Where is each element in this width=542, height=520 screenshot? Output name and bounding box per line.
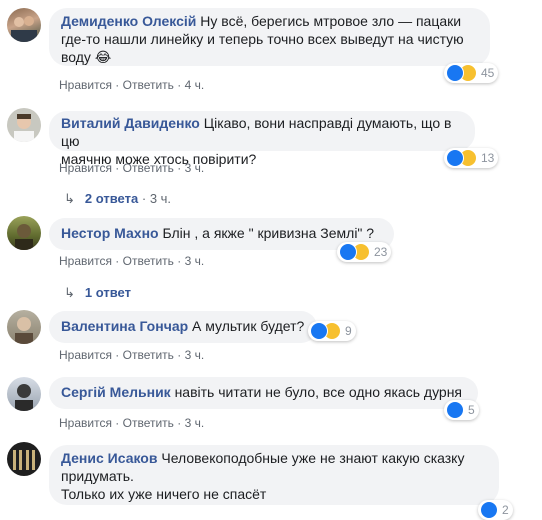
like-button[interactable]: Нравится [59,161,112,175]
like-button[interactable]: Нравится [59,254,112,268]
reaction-count: 9 [345,324,352,338]
like-icon [446,149,464,167]
comment-line: Валентина Гончар А мультик будет? [61,317,305,335]
comment-bubble: Денис Исаков Человекоподобные уже не зна… [49,445,499,505]
reaction-summary[interactable]: 13 [444,148,499,168]
comment-bubble: Виталий Давиденко Цікаво, вони насправді… [49,111,475,167]
view-replies-link[interactable]: ↳ 2 ответа · 3 ч. [64,191,171,207]
comment-line: Сергій Мельник навіть читати не було, вс… [61,383,466,401]
like-button[interactable]: Нравится [59,416,112,430]
separator: · [115,78,120,92]
reaction-summary[interactable]: 5 [444,400,479,420]
comment-bubble: Валентина Гончар А мультик будет? [49,311,317,343]
reaction-summary[interactable]: 23 [337,242,392,262]
comment-text: Ну всё, берегись мтровое зло — пацаки [200,13,462,29]
separator: · [141,191,147,206]
separator: · [115,416,120,430]
avatar[interactable] [7,310,41,344]
comment-text: навіть читати не було, все одно якась ду… [174,384,463,400]
comment-text: где-то нашли линейку и теперь точно всех… [61,31,464,47]
comment-actions: Нравится · Ответить · 3 ч. [59,348,204,362]
replies-count[interactable]: 2 ответа [85,191,138,206]
reaction-count: 5 [468,403,475,417]
like-button[interactable]: Нравится [59,348,112,362]
comment-text: придумать. [61,468,134,484]
author-name[interactable]: Демиденко Олексій [61,13,196,29]
like-icon [446,401,464,419]
reply-button[interactable]: Ответить [123,348,174,362]
separator: · [115,348,120,362]
separator: · [177,254,182,268]
avatar[interactable] [7,377,41,411]
separator: · [115,161,120,175]
timestamp[interactable]: 3 ч. [185,348,205,362]
comment-text: Только их уже ничего не спасёт [61,486,267,502]
separator: · [177,78,182,92]
author-name[interactable]: Валентина Гончар [61,318,188,334]
timestamp[interactable]: 3 ч. [185,254,205,268]
reply-arrow-icon: ↳ [64,191,75,206]
avatar[interactable] [7,216,41,250]
like-icon [446,64,464,82]
separator: · [177,161,182,175]
comment-line: Денис Исаков Человекоподобные уже не зна… [61,449,487,467]
separator: · [177,416,182,430]
comment-line: Виталий Давиденко Цікаво, вони насправді… [61,114,463,150]
comment-text: воду 😂 [61,49,112,65]
like-button[interactable]: Нравится [59,78,112,92]
avatar[interactable] [7,442,41,476]
like-icon [310,322,328,340]
author-name[interactable]: Нестор Махно [61,225,159,241]
comment-text: Блін , а якже " кривизна Землі" ? [162,225,375,241]
reply-button[interactable]: Ответить [123,78,174,92]
author-name[interactable]: Виталий Давиденко [61,115,200,131]
comment-line: Нестор Махно Блін , а якже " кривизна Зе… [61,224,382,242]
reaction-count: 13 [481,151,495,165]
reaction-count: 23 [374,245,388,259]
reaction-summary[interactable]: 2 [478,500,513,520]
comment-line: Демиденко Олексій Ну всё, берегись мтров… [61,12,478,30]
reply-button[interactable]: Ответить [123,161,174,175]
comment-bubble: Сергій Мельник навіть читати не було, вс… [49,377,478,409]
comment-actions: Нравится · Ответить · 4 ч. [59,78,204,92]
view-replies-link[interactable]: ↳ 1 ответ [64,285,131,301]
comment-text: Человекоподобные уже не знают какую сказ… [161,450,465,466]
comment-bubble: Демиденко Олексій Ну всё, берегись мтров… [49,8,490,66]
reaction-count: 2 [502,503,509,517]
reply-button[interactable]: Ответить [123,416,174,430]
reaction-count: 45 [481,66,495,80]
separator: · [177,348,182,362]
replies-count[interactable]: 1 ответ [85,285,131,300]
avatar[interactable] [7,8,41,42]
comment-text: А мультик будет? [192,318,305,334]
timestamp[interactable]: 3 ч. [185,161,205,175]
like-icon [339,243,357,261]
timestamp[interactable]: 4 ч. [185,78,205,92]
timestamp[interactable]: 3 ч. [185,416,205,430]
reaction-summary[interactable]: 9 [308,321,356,341]
author-name[interactable]: Сергій Мельник [61,384,171,400]
comment-actions: Нравится · Ответить · 3 ч. [59,416,204,430]
comment-actions: Нравится · Ответить · 3 ч. [59,254,204,268]
reaction-summary[interactable]: 45 [444,63,499,83]
separator: · [115,254,120,268]
timestamp: 3 ч. [149,191,172,206]
like-icon [480,501,498,519]
author-name[interactable]: Денис Исаков [61,450,157,466]
reply-button[interactable]: Ответить [123,254,174,268]
reply-arrow-icon: ↳ [64,285,75,300]
avatar[interactable] [7,108,41,142]
comment-actions: Нравится · Ответить · 3 ч. [59,161,204,175]
